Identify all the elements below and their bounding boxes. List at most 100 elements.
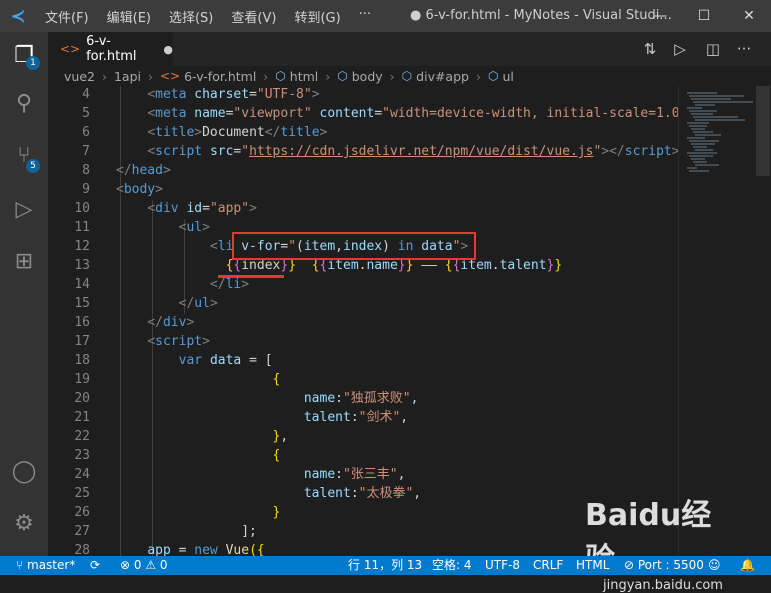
split-editor-icon[interactable]: ◫ xyxy=(701,37,725,61)
menu-item-2[interactable]: 选择(S) xyxy=(160,7,222,26)
code-text: <script src="https://cdn.jsdelivr.net/np… xyxy=(147,144,678,159)
minimap-line xyxy=(689,95,744,97)
code-line: 27 ]; xyxy=(48,522,678,541)
line-number: 4 xyxy=(82,87,90,102)
extensions-icon[interactable]: ⊞ xyxy=(10,248,38,276)
breadcrumb-item[interactable]: vue2 xyxy=(64,69,95,84)
code-line: 18 var data = [ xyxy=(48,351,678,370)
line-number: 28 xyxy=(74,543,90,556)
code-text: talent:"剑术", xyxy=(303,410,409,425)
element-icon: ⬡ xyxy=(275,69,286,83)
live-server-port[interactable]: ⊘ Port : 5500 xyxy=(624,556,704,575)
breadcrumb-item[interactable]: body xyxy=(352,69,383,84)
breadcrumb-item[interactable]: 1api xyxy=(114,69,141,84)
activity-bar: ❐ 1 ⚲ ⑂ 5 ▷ ⊞ ◯ ⚙ xyxy=(0,32,48,556)
code-text: ]; xyxy=(241,524,257,539)
minimap-line xyxy=(693,161,707,163)
problems-indicator[interactable]: ⊗ 0 ⚠ 0 xyxy=(120,556,168,575)
settings-gear-icon[interactable]: ⚙ xyxy=(10,510,38,538)
breadcrumb-separator-icon: › xyxy=(475,68,481,84)
compare-changes-icon[interactable]: ⇅ xyxy=(638,37,662,61)
line-number: 25 xyxy=(74,486,90,501)
code-line: 6 <title>Document</title> xyxy=(48,123,678,142)
line-number: 12 xyxy=(74,239,90,254)
breadcrumb-item[interactable]: html xyxy=(290,69,318,84)
line-number: 15 xyxy=(74,296,90,311)
menu-item-0[interactable]: 文件(F) xyxy=(36,7,98,26)
breadcrumb-item[interactable]: 6-v-for.html xyxy=(184,69,256,84)
modified-dot-icon[interactable]: ● xyxy=(163,43,173,56)
code-line: 19 { xyxy=(48,370,678,389)
line-number: 20 xyxy=(74,391,90,406)
line-ending[interactable]: CRLF xyxy=(533,556,563,575)
minimize-button[interactable]: — xyxy=(648,4,672,28)
sync-icon[interactable]: ⟳ xyxy=(90,556,100,575)
scrollbar-thumb[interactable] xyxy=(756,86,770,176)
encoding[interactable]: UTF-8 xyxy=(485,556,520,575)
menu-item-4[interactable]: 转到(G) xyxy=(285,7,349,26)
code-text: </head> xyxy=(116,163,171,178)
menu-item-3[interactable]: 查看(V) xyxy=(222,7,285,26)
line-number: 14 xyxy=(74,277,90,292)
account-icon[interactable]: ◯ xyxy=(10,458,38,486)
more-actions-icon[interactable]: ··· xyxy=(732,37,756,61)
menu-item-1[interactable]: 编辑(E) xyxy=(98,7,160,26)
line-number: 13 xyxy=(74,258,90,273)
minimap-line xyxy=(689,155,713,157)
run-debug-icon[interactable]: ▷ xyxy=(10,196,38,224)
code-text: <title>Document</title> xyxy=(147,125,328,140)
minimap-line xyxy=(691,98,731,100)
code-text: talent:"太极拳", xyxy=(303,486,422,501)
notifications-icon[interactable]: 🔔 xyxy=(740,556,755,575)
element-icon: ⬡ xyxy=(401,69,413,83)
search-icon[interactable]: ⚲ xyxy=(10,90,38,118)
code-line: 24 name:"张三丰", xyxy=(48,465,678,484)
line-number: 5 xyxy=(82,106,90,121)
close-button[interactable]: ✕ xyxy=(737,4,761,28)
minimap-line xyxy=(687,107,702,109)
line-number: 23 xyxy=(74,448,90,463)
status-bar: ⑂ master* ⟳ ⊗ 0 ⚠ 0 行 11，列 13 空格: 4 UTF-… xyxy=(0,556,771,575)
code-line: 7 <script src="https://cdn.jsdelivr.net/… xyxy=(48,142,678,161)
tab-label: 6-v-for.html xyxy=(86,34,137,64)
element-icon: ⬡ xyxy=(487,69,499,83)
tab-6-v-for[interactable]: <> 6-v-for.html ● xyxy=(48,32,173,66)
code-text: app = new Vue({ xyxy=(147,543,265,556)
code-line: 4 <meta charset="UTF-8"> xyxy=(48,86,678,104)
minimap-line xyxy=(687,137,705,139)
maximize-button[interactable]: ☐ xyxy=(692,4,716,28)
run-icon[interactable]: ▷ xyxy=(668,37,692,61)
code-text: <script> xyxy=(147,334,210,349)
branch-label: master* xyxy=(27,558,76,572)
code-line: 15 </ul> xyxy=(48,294,678,313)
code-editor[interactable]: 4 <meta charset="UTF-8"> 5 <meta name="vi… xyxy=(48,86,678,556)
cursor-position[interactable]: 行 11，列 13 xyxy=(348,556,422,575)
menu-item-5[interactable]: ··· xyxy=(350,7,380,26)
code-text: <ul> xyxy=(178,220,210,235)
code-line: 14 </li> xyxy=(48,275,678,294)
code-line: 16 </div> xyxy=(48,313,678,332)
breadcrumb-item[interactable]: div#app xyxy=(416,69,469,84)
minimap-line xyxy=(689,125,707,127)
language-mode[interactable]: HTML xyxy=(576,556,609,575)
code-line: 8 </head> xyxy=(48,161,678,180)
feedback-icon[interactable]: ☺ xyxy=(708,556,721,575)
indentation[interactable]: 空格: 4 xyxy=(432,556,472,575)
minimap-line xyxy=(693,116,738,118)
window-title: ● 6-v-for.html - MyNotes - Visual Studi.… xyxy=(410,8,672,23)
code-text: </div> xyxy=(147,315,195,330)
breadcrumb-separator-icon: › xyxy=(389,68,395,84)
code-text: }, xyxy=(272,429,289,444)
breadcrumb-item[interactable]: ul xyxy=(502,69,513,84)
branch-indicator[interactable]: ⑂ master* xyxy=(16,556,75,575)
html-file-icon: <> xyxy=(60,42,81,56)
code-line: 28 app = new Vue({ xyxy=(48,541,678,556)
minimap-line xyxy=(687,122,709,124)
minimap-line xyxy=(695,134,721,136)
scm-badge: 5 xyxy=(26,159,40,173)
code-line: 21 talent:"剑术", xyxy=(48,408,678,427)
line-number: 19 xyxy=(74,372,90,387)
vscode-logo-icon: ≺ xyxy=(10,5,26,27)
code-line: 25 talent:"太极拳", xyxy=(48,484,678,503)
line-number: 27 xyxy=(74,524,90,539)
